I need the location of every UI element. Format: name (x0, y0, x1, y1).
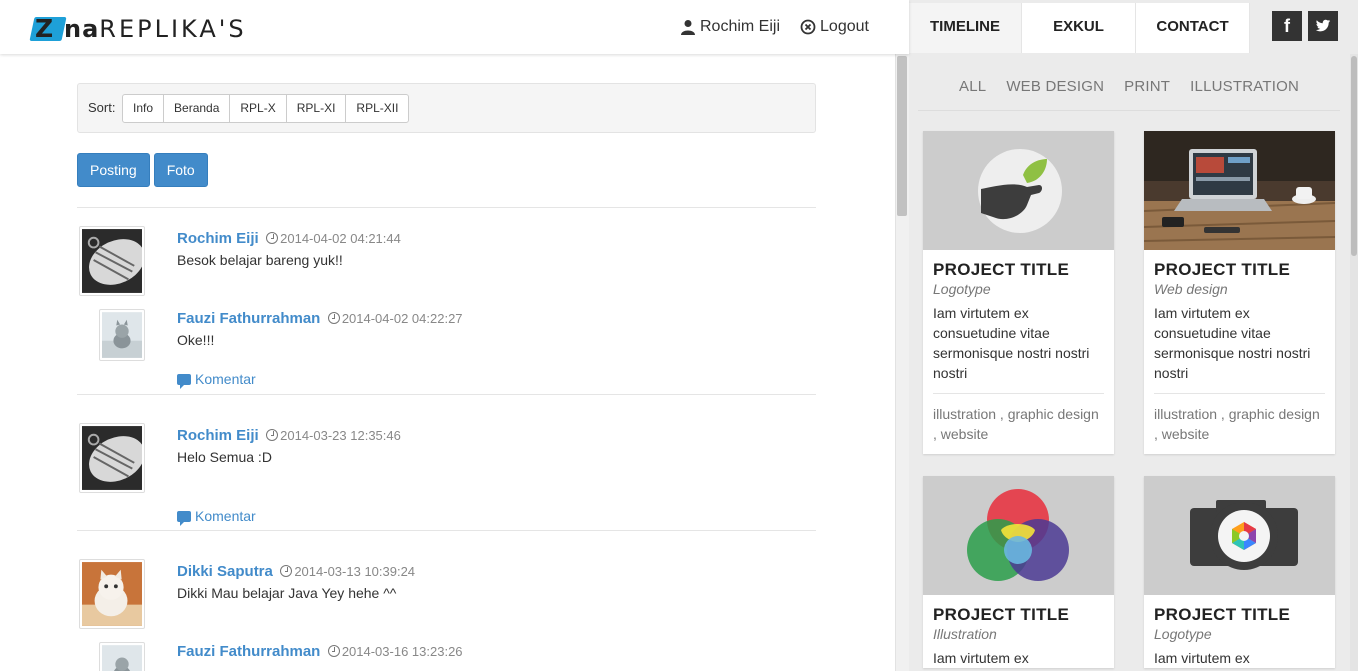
project-title[interactable]: PROJECT TITLE (933, 260, 1104, 280)
laptop-photo-image (1144, 131, 1335, 250)
reply-author[interactable]: Fauzi Fathurrahman (177, 643, 320, 660)
comment-icon (177, 373, 191, 389)
sort-button-group: Info Beranda RPL-X RPL-XI RPL-XII (122, 94, 410, 123)
sort-bar: Sort: Info Beranda RPL-X RPL-XI RPL-XII (77, 83, 816, 133)
tab-exkul[interactable]: EXKUL (1022, 3, 1136, 53)
hand-logo-image (923, 131, 1114, 250)
site-logo[interactable]: Z naREPLIKA'S (29, 12, 247, 46)
clock-icon (327, 645, 340, 657)
project-description: Iam virtutem ex consuetudine vitae sermo… (1154, 305, 1311, 381)
reply-time: 2014-04-02 04:22:27 (341, 311, 463, 326)
posting-button[interactable]: Posting (77, 153, 150, 187)
tab-timeline[interactable]: TIMELINE (909, 3, 1022, 53)
project-card[interactable]: PROJECT TITLE Web design Iam virtutem ex… (1144, 131, 1335, 454)
page-scrollbar-thumb[interactable] (897, 56, 907, 216)
top-header: Z naREPLIKA'S Rochim Eiji Logout (0, 0, 909, 54)
sidebar-scrollbar-thumb[interactable] (1351, 56, 1357, 256)
komentar-link[interactable]: Komentar (177, 508, 256, 526)
clock-icon (266, 429, 279, 441)
sort-rpl-x-button[interactable]: RPL-X (229, 94, 287, 123)
post-time: 2014-03-13 10:39:24 (294, 564, 416, 579)
reply-time: 2014-03-16 13:23:26 (341, 644, 463, 659)
feed-post: Dikki Saputra 2014-03-13 10:39:24 Dikki … (77, 530, 816, 671)
foto-button[interactable]: Foto (153, 153, 208, 187)
filter-print[interactable]: PRINT (1124, 78, 1170, 110)
reply-avatar[interactable] (99, 642, 145, 671)
reply-text: Oke!!! (177, 332, 215, 348)
project-description: Iam virtutem ex (1154, 650, 1250, 666)
tab-contact[interactable]: CONTACT (1136, 3, 1250, 53)
feed-post: Rochim Eiji 2014-03-23 12:35:46 Helo Sem… (77, 394, 816, 530)
project-description: Iam virtutem ex consuetudine vitae sermo… (933, 305, 1090, 381)
post-text: Helo Semua :D (177, 449, 272, 465)
filter-all[interactable]: ALL (959, 78, 986, 110)
logo-text: naREPLIKA'S (64, 15, 247, 43)
author-avatar[interactable] (79, 423, 145, 493)
project-title[interactable]: PROJECT TITLE (1154, 605, 1325, 625)
sort-rpl-xi-button[interactable]: RPL-XI (285, 94, 347, 123)
comment-icon (177, 510, 191, 526)
user-name: Rochim Eiji (700, 18, 781, 35)
post-text: Dikki Mau belajar Java Yey hehe ^^ (177, 585, 397, 601)
sort-info-button[interactable]: Info (122, 94, 165, 123)
camera-icon (1144, 476, 1335, 595)
action-buttons: Posting Foto (77, 153, 208, 187)
clock-icon (280, 565, 293, 577)
project-card[interactable]: PROJECT TITLE Illustration Iam virtutem … (923, 476, 1114, 668)
reply-avatar[interactable] (99, 309, 145, 361)
filter-web-design[interactable]: WEB DESIGN (1006, 78, 1104, 110)
post-time: 2014-04-02 04:21:44 (280, 231, 401, 246)
sort-rpl-xii-button[interactable]: RPL-XII (345, 94, 410, 123)
project-category: Logotype (933, 281, 991, 297)
clock-icon (266, 232, 279, 244)
project-category: Web design (1154, 281, 1228, 297)
sort-beranda-button[interactable]: Beranda (163, 94, 231, 123)
twitter-icon[interactable] (1308, 11, 1338, 41)
feed-post: Rochim Eiji 2014-04-02 04:21:44 Besok be… (77, 207, 816, 394)
project-title[interactable]: PROJECT TITLE (933, 605, 1104, 625)
project-tags: illustration , graphic design , website (933, 393, 1104, 454)
filter-illustration[interactable]: ILLUSTRATION (1190, 78, 1299, 110)
post-text: Besok belajar bareng yuk!! (177, 252, 343, 268)
profile-link[interactable]: Rochim Eiji (680, 18, 780, 36)
logo-mark: Z (29, 14, 68, 44)
portfolio-filters: ALL WEB DESIGN PRINT ILLUSTRATION (918, 78, 1340, 111)
project-title[interactable]: PROJECT TITLE (1154, 260, 1325, 280)
post-author[interactable]: Rochim Eiji (177, 230, 259, 247)
project-card[interactable]: PROJECT TITLE Logotype Iam virtutem ex c… (923, 131, 1114, 454)
timeline-feed: Rochim Eiji 2014-04-02 04:21:44 Besok be… (77, 207, 816, 671)
project-category: Logotype (1154, 626, 1212, 642)
logout-label: Logout (820, 18, 869, 35)
project-tags: illustration , graphic design , website (1154, 393, 1325, 454)
sort-label: Sort: (88, 100, 116, 115)
main-nav: TIMELINE EXKUL CONTACT (909, 3, 1250, 53)
reply-author[interactable]: Fauzi Fathurrahman (177, 310, 320, 327)
clock-icon (327, 312, 340, 324)
post-time: 2014-03-23 12:35:46 (280, 428, 401, 443)
post-author[interactable]: Rochim Eiji (177, 427, 259, 444)
user-icon (680, 19, 696, 35)
facebook-icon[interactable]: f (1272, 11, 1302, 41)
komentar-link[interactable]: Komentar (177, 371, 256, 389)
author-avatar[interactable] (79, 226, 145, 296)
project-category: Illustration (933, 626, 997, 642)
color-circles-image (923, 476, 1114, 595)
post-author[interactable]: Dikki Saputra (177, 563, 273, 580)
user-menu: Rochim Eiji Logout (680, 18, 889, 36)
logout-icon (800, 19, 816, 35)
logout-link[interactable]: Logout (800, 18, 869, 36)
author-avatar[interactable] (79, 559, 145, 629)
project-card[interactable]: PROJECT TITLE Logotype Iam virtutem ex (1144, 476, 1335, 668)
project-description: Iam virtutem ex (933, 650, 1029, 666)
